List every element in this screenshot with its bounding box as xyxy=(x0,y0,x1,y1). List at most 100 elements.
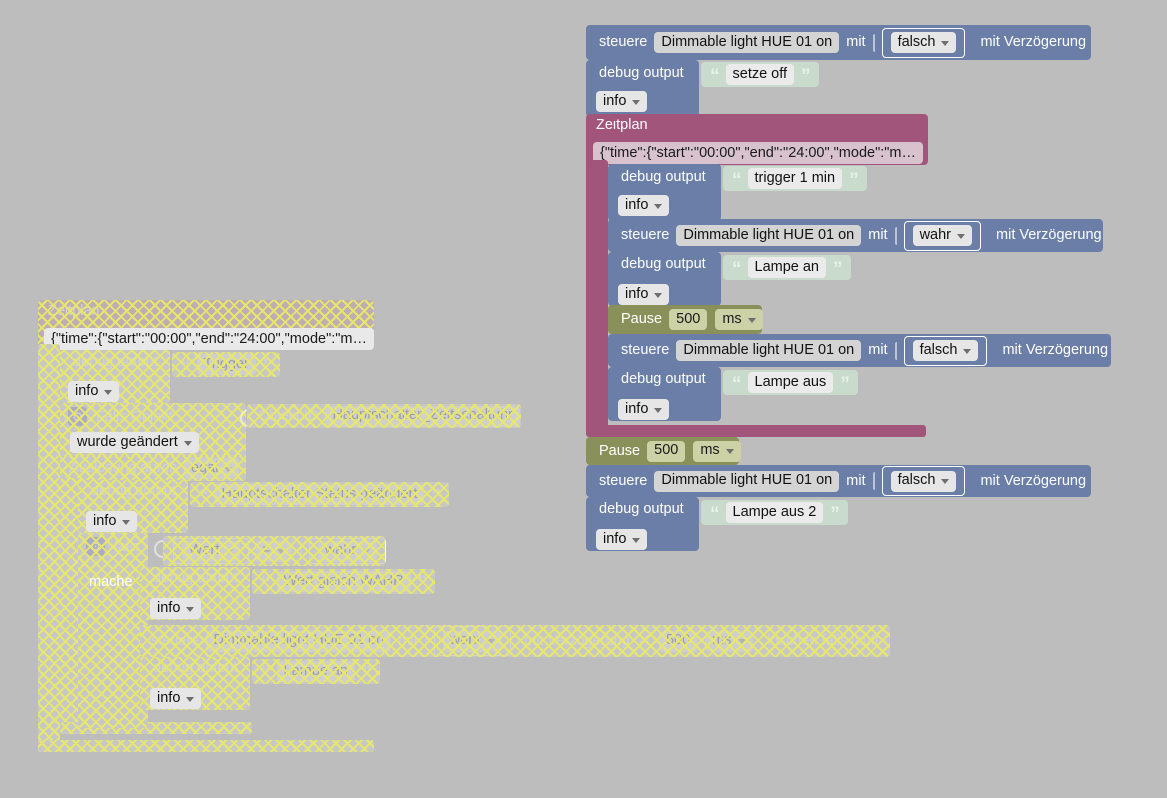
field-object-id[interactable]: Dimmable light HUE 01 on xyxy=(676,225,862,246)
socket-state[interactable]: falsch xyxy=(881,27,966,58)
label-steuere: steuere xyxy=(621,342,670,359)
disabled-pattern xyxy=(38,740,374,752)
field-text-value[interactable]: Wert gleich WAHR xyxy=(276,571,411,592)
socket-state[interactable]: falsch xyxy=(881,466,966,496)
gear-icon[interactable]: ⚙ xyxy=(86,537,105,556)
block-pause[interactable]: Pause 500 ms xyxy=(586,437,741,465)
block-text-literal[interactable]: “ trigger 1 min ” xyxy=(723,166,867,191)
dropdown-right-operand[interactable]: wahr xyxy=(317,540,378,562)
label-mit-verzoegerung: mit Verzögerung xyxy=(980,472,1087,489)
dropdown-operator[interactable]: = xyxy=(255,540,292,562)
field-text-value[interactable]: Hauptschalter Status geändert xyxy=(214,484,425,505)
block-control-set-state[interactable]: steuere Dimmable light HUE 01 on mit fal… xyxy=(586,25,1091,60)
dropdown-log-level[interactable]: info xyxy=(150,688,202,709)
block-text-literal[interactable]: “ setze off ” xyxy=(701,62,819,87)
field-pause-amount[interactable]: 500 xyxy=(647,440,686,462)
block-text-literal[interactable]: “ Lampe aus 2 ” xyxy=(701,500,848,525)
socket-state[interactable]: falsch xyxy=(903,335,988,366)
dropdown-log-level[interactable]: info xyxy=(86,511,138,532)
block-text-literal[interactable]: “ Wert gleich WAHR ” xyxy=(252,569,436,594)
label-debug-output: debug output xyxy=(153,570,238,586)
dropdown-log-level[interactable]: info xyxy=(596,91,648,112)
label-steuere: steuere xyxy=(621,227,670,244)
label-debug-output: debug output xyxy=(73,354,158,370)
block-pause[interactable]: Pause 500 ms xyxy=(608,305,763,334)
label-pause: Pause xyxy=(621,311,663,328)
socket-left-operand[interactable]: Wert xyxy=(173,538,250,564)
dropdown-left-operand[interactable]: Wert xyxy=(182,540,241,562)
label-mit-verzoegerung: mit Verzögerung xyxy=(1002,342,1109,359)
label-falls-objekt: Falls Objekt xyxy=(96,409,173,425)
dropdown-state[interactable]: falsch xyxy=(890,32,957,53)
block-control-set-state[interactable]: steuere Dimmable light HUE 01 on mit fal… xyxy=(608,334,1111,367)
label-mit: mit xyxy=(868,342,888,359)
gear-icon[interactable]: ⚙ xyxy=(68,407,87,426)
dropdown-log-level[interactable]: info xyxy=(68,381,120,402)
dropdown-state[interactable]: wahr xyxy=(912,225,973,246)
dropdown-log-level[interactable]: info xyxy=(596,529,648,550)
block-object-id[interactable]: Objekt ID Hauptschalter_Zeitschaltuhr xyxy=(247,404,521,428)
dropdown-log-level[interactable]: info xyxy=(618,195,670,216)
dropdown-log-level[interactable]: info xyxy=(618,284,670,305)
field-schedule-json[interactable]: {"time":{"start":"00:00","end":"24:00","… xyxy=(44,328,374,350)
label-mit-verzoegerung: mit Verzögerung xyxy=(524,632,630,649)
socket-state[interactable]: wahr xyxy=(903,220,982,251)
value-socket-icon xyxy=(894,341,897,360)
block-if[interactable]: ⚙ falls xyxy=(78,533,148,728)
field-text-value[interactable]: trigger 1 min xyxy=(747,168,843,189)
field-pause-amount[interactable]: 500 xyxy=(669,309,708,330)
field-text-value[interactable]: Lampe aus xyxy=(747,372,834,393)
dropdown-delay-unit[interactable]: ms xyxy=(705,630,753,652)
label-steuere: steuere xyxy=(599,472,648,489)
block-control-set-state[interactable]: steuere Dimmable light HUE 01 on mit fal… xyxy=(586,465,1091,497)
label-mit-verzoegerung: mit Verzögerung xyxy=(996,227,1102,244)
field-text-value[interactable]: Lampe an xyxy=(747,257,826,278)
dropdown-log-level[interactable]: info xyxy=(150,598,202,619)
block-text-literal[interactable]: “ Lampe aus ” xyxy=(723,370,858,395)
label-debug-output: debug output xyxy=(153,660,238,676)
block-text-literal[interactable]: “ Hauptschalter Status geändert ” xyxy=(190,482,449,507)
field-schedule-json[interactable]: {"time":{"start":"00:00","end":"24:00","… xyxy=(593,142,923,164)
label-mit: mit xyxy=(846,472,866,489)
field-text-value[interactable]: setze off xyxy=(725,64,795,85)
label-ausloesung-durch: Auslösung durch xyxy=(69,460,178,477)
dropdown-pause-unit[interactable]: ms xyxy=(693,440,741,462)
schedule-spine xyxy=(38,344,60,750)
block-logic-compare[interactable]: Wert = wahr xyxy=(163,536,387,566)
label-steuere: steuere xyxy=(151,632,200,649)
field-object-id[interactable]: Dimmable light HUE 01 on xyxy=(206,630,392,652)
value-socket-icon xyxy=(872,33,875,52)
dropdown-state[interactable]: falsch xyxy=(912,340,979,361)
dropdown-log-level[interactable]: info xyxy=(618,399,670,420)
dropdown-state[interactable]: falsch xyxy=(890,470,957,492)
label-debug-output: debug output xyxy=(599,501,684,517)
checkbox-delay[interactable]: ✓ xyxy=(637,632,651,650)
dropdown-trigger-source[interactable]: egal xyxy=(184,458,240,479)
label-mit: mit xyxy=(846,34,866,51)
blockly-workspace[interactable]: steuere Dimmable light HUE 01 on mit fal… xyxy=(0,0,1167,798)
block-text-literal[interactable]: “ Trigger ” xyxy=(172,352,281,377)
dropdown-state[interactable]: wahr xyxy=(442,630,503,652)
field-text-value[interactable]: Lampe an xyxy=(276,661,355,682)
block-control-set-state[interactable]: steuere Dimmable light HUE 01 on mit wah… xyxy=(140,625,890,657)
dropdown-change-condition[interactable]: wurde geändert xyxy=(70,432,199,453)
field-delay-value[interactable]: 500 xyxy=(658,630,698,652)
value-socket-icon xyxy=(154,540,163,558)
field-text-value[interactable]: Lampe aus 2 xyxy=(725,502,824,523)
label-debug-output: debug output xyxy=(599,65,684,81)
block-control-set-state[interactable]: steuere Dimmable light HUE 01 on mit wah… xyxy=(608,219,1103,252)
dropdown-pause-unit[interactable]: ms xyxy=(715,309,763,330)
value-socket-icon xyxy=(299,542,302,560)
socket-right-operand[interactable]: wahr xyxy=(308,538,387,564)
field-text-value[interactable]: Trigger xyxy=(196,354,256,375)
field-object-id[interactable]: Dimmable light HUE 01 on xyxy=(654,470,840,492)
field-object-id-value[interactable]: Hauptschalter_Zeitschaltuhr xyxy=(325,405,520,427)
field-object-id[interactable]: Dimmable light HUE 01 on xyxy=(654,32,840,53)
block-text-literal[interactable]: “ Lampe an ” xyxy=(252,659,380,684)
label-mit-verzoegerung: mit Verzögerung xyxy=(980,34,1087,51)
label-zeitplan: Zeitplan xyxy=(596,117,648,133)
block-text-literal[interactable]: “ Lampe an ” xyxy=(723,255,851,280)
value-socket-icon xyxy=(424,632,427,650)
field-object-id[interactable]: Dimmable light HUE 01 on xyxy=(676,340,862,361)
socket-state[interactable]: wahr xyxy=(433,626,512,656)
